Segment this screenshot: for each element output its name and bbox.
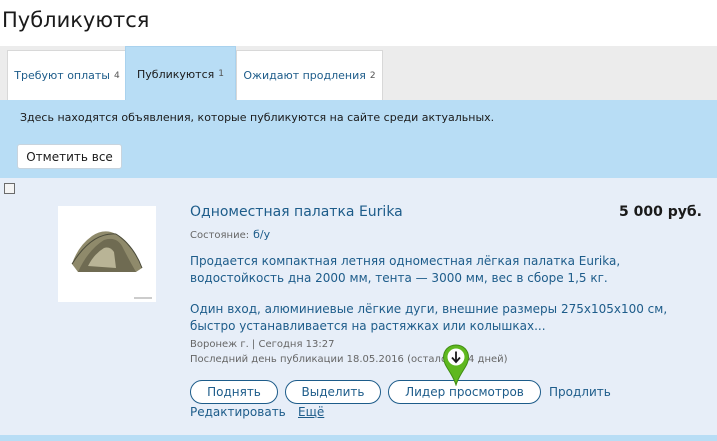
- tab-count: 1: [218, 69, 224, 79]
- condition-value: б/у: [253, 228, 271, 241]
- tab-awaiting-renewal[interactable]: Ожидают продления 2: [236, 50, 383, 100]
- tab-label: Ожидают продления: [243, 69, 366, 82]
- page-title: Публикуются: [2, 8, 150, 32]
- tab-bar: Требуют оплаты 4 Публикуются 1 Ожидают про…: [0, 46, 717, 101]
- tent-photo-icon: [58, 206, 156, 302]
- highlight-button[interactable]: Выделить: [285, 380, 381, 404]
- more-link[interactable]: Ещё: [298, 405, 324, 419]
- condition-row: Состояние: б/у: [190, 228, 270, 241]
- edit-link[interactable]: Редактировать: [190, 405, 286, 419]
- listing-location-time: Воронеж г. | Сегодня 13:27: [190, 339, 335, 350]
- listing-description-2: Один вход, алюминиевые лёгкие дуги, внеш…: [190, 302, 668, 333]
- tab-label: Требуют оплаты: [14, 69, 110, 82]
- tab-published[interactable]: Публикуются 1: [125, 46, 236, 101]
- listing-checkbox[interactable]: [4, 183, 15, 194]
- map-pin-icon: [442, 344, 470, 386]
- tab-count: 4: [113, 70, 120, 81]
- listing-image[interactable]: [58, 206, 156, 302]
- listing-title-link[interactable]: Одноместная палатка Eurika: [190, 204, 403, 220]
- listing-price: 5 000 руб.: [619, 204, 702, 220]
- listing-description-1: Продается компактная летняя одноместная …: [190, 254, 621, 285]
- condition-label: Состояние:: [190, 230, 250, 241]
- raise-button[interactable]: Поднять: [190, 380, 278, 404]
- tab-count: 2: [369, 70, 376, 81]
- tab-label: Публикуются: [137, 67, 215, 81]
- list-bottom-border: [0, 435, 717, 441]
- tab-awaiting-payment[interactable]: Требуют оплаты 4: [7, 50, 127, 100]
- extend-link[interactable]: Продлить: [549, 385, 611, 399]
- mark-all-button[interactable]: Отметить все: [17, 144, 122, 169]
- info-text: Здесь находятся объявления, которые публ…: [20, 111, 495, 124]
